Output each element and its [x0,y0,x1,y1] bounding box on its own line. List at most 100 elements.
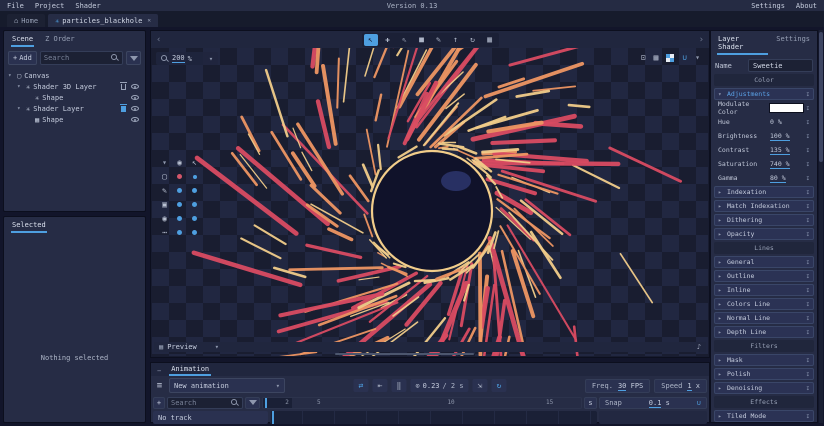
tool-pan[interactable]: ✚ [381,34,395,46]
collapse-animation-icon[interactable]: − [157,367,161,376]
playhead[interactable] [272,411,274,424]
name-input[interactable]: Sweetie [748,59,813,72]
pause-icon[interactable]: ‖ [391,379,406,392]
reset-icon[interactable]: ↧ [806,328,810,336]
prop-gamma[interactable]: Gamma80 %↧ [714,172,814,184]
layer-dot[interactable] [172,200,187,209]
reset-icon[interactable]: ↧ [806,272,810,280]
tool-marquee[interactable]: ▦ [483,34,497,46]
group-general[interactable]: ▸General↧ [714,256,814,268]
tree-item-shader-3d-layer[interactable]: ▾✳Shader 3D Layer [8,81,141,92]
reset-icon[interactable]: ↧ [806,300,810,308]
group-normal-line[interactable]: ▸Normal Line↧ [714,312,814,324]
reset-icon[interactable]: ↧ [806,230,810,238]
menu-shader[interactable]: Shader [75,2,100,10]
canvas[interactable]: 200 % ▾ ⊡ ▦ ∪ ▾ ▾◉↖▢✎▣◉⋯ ▦ Preview ▾ ♪ [152,48,708,356]
dropdown-icon[interactable]: ▾ [157,158,172,167]
group-adjustments[interactable]: ▾Adjustments↧ [714,88,814,100]
eye-icon[interactable]: ◉ [157,214,172,223]
zoom-value[interactable]: 200 [172,54,185,63]
menu-about[interactable]: About [796,2,817,10]
track-filter-button[interactable] [245,397,260,409]
collapse-left-icon[interactable]: ‹ [151,31,166,48]
filter-button[interactable] [126,51,141,65]
snap-control[interactable]: Snap 0.1 s ∪ [599,397,707,409]
layer-dot[interactable] [172,186,187,195]
layer-dot[interactable] [172,214,187,223]
prop-modulate-color[interactable]: Modulate Color↧ [714,102,814,114]
playhead[interactable] [265,398,267,408]
prop-value[interactable]: 0 % [770,118,782,126]
tool-rect[interactable]: ■ [415,34,429,46]
color-swatch[interactable] [769,103,804,113]
eye-icon[interactable] [131,95,139,100]
reset-icon[interactable]: ↧ [806,370,810,378]
magnet-icon[interactable]: ∪ [697,399,701,407]
reset-icon[interactable]: ↧ [806,90,810,98]
reset-icon[interactable]: ↧ [806,356,810,364]
group-tiled-mode[interactable]: ▸Tiled Mode↧ [714,410,814,422]
prop-saturation[interactable]: Saturation740 %↧ [714,158,814,170]
close-tab-icon[interactable]: ✕ [147,17,151,24]
squareo-icon[interactable]: ▢ [157,172,172,181]
tab-scene[interactable]: Scene [11,34,34,47]
magnet-icon[interactable]: ∪ [682,53,687,62]
eye-icon[interactable] [131,117,139,122]
group-polish[interactable]: ▸Polish↧ [714,368,814,380]
timeline-ruler[interactable]: 251015 [262,397,582,409]
tool-select[interactable]: ↖ [364,34,378,46]
prop-hue[interactable]: Hue0 %↧ [714,116,814,128]
eye-icon[interactable]: ◉ [172,158,187,167]
grid-toggle-icon[interactable]: ▦ [654,53,659,62]
layer-dot[interactable] [187,228,202,237]
group-colors-line[interactable]: ▸Colors Line↧ [714,298,814,310]
tree-item-shape[interactable]: ✳Shape [8,92,141,103]
magnet-dropdown-icon[interactable]: ▾ [695,53,700,62]
add-button[interactable]: +Add [8,51,37,65]
expander-icon[interactable]: ▾ [17,105,23,112]
animation-select[interactable]: New animation ▾ [169,378,285,393]
freq-control[interactable]: Freq. 30 FPS [585,379,650,393]
prop-value[interactable]: 135 % [770,146,790,155]
tab-settings[interactable]: Settings [775,34,811,55]
track-area[interactable] [270,411,597,424]
layer-dot[interactable] [187,214,202,223]
search-input[interactable]: Search [40,51,123,65]
tree-item-shader-layer[interactable]: ▾✳Shader Layer [8,103,141,114]
tool-arrowup[interactable]: ↑ [449,34,463,46]
tool-brush[interactable]: ✎ [432,34,446,46]
expander-icon[interactable]: ▾ [8,72,14,79]
reset-icon[interactable]: ↧ [806,216,810,224]
layer-dot[interactable] [172,172,187,181]
eye-icon[interactable] [131,106,139,111]
transparency-toggle-icon[interactable] [666,54,674,62]
tab-home[interactable]: ⌂ Home [7,14,45,27]
tree-item-shape[interactable]: ▦Shape [8,114,141,125]
tab-animation[interactable]: Animation [169,365,211,376]
collapse-right-icon[interactable]: › [694,31,709,48]
prop-value[interactable]: 80 % [770,174,786,183]
zoom-dropdown-icon[interactable]: ▾ [209,55,213,63]
layer-dot[interactable] [187,200,202,209]
horizontal-scrollbar[interactable] [335,353,474,355]
inspector-scrollbar[interactable] [819,30,823,423]
reset-icon[interactable]: ↧ [806,160,810,168]
zoom-control[interactable]: 200 % ▾ [156,52,218,65]
tool-multiselect[interactable]: ⇖ [398,34,412,46]
reset-icon[interactable]: ↧ [806,174,810,182]
group-indexation[interactable]: ▸Indexation↧ [714,186,814,198]
group-depth-line[interactable]: ▸Depth Line↧ [714,326,814,338]
tab-selected[interactable]: Selected [11,220,47,233]
reset-icon[interactable]: ↧ [806,202,810,210]
group-outline[interactable]: ▸Outline↧ [714,270,814,282]
fit-timeline-icon[interactable]: ⇲ [473,379,488,392]
layer-dot[interactable] [187,186,202,195]
group-match-indexation[interactable]: ▸Match Indexation↧ [714,200,814,212]
pen-icon[interactable]: ✎ [157,186,172,195]
fit-frame-icon[interactable]: ⊡ [641,53,646,62]
menu-file[interactable]: File [7,2,24,10]
menu-settings[interactable]: Settings [751,2,785,10]
prop-value[interactable]: 100 % [770,132,790,141]
tab-particles-blackhole[interactable]: ✳ particles_blackhole ✕ [48,14,158,27]
add-track-button[interactable]: + [153,397,165,409]
